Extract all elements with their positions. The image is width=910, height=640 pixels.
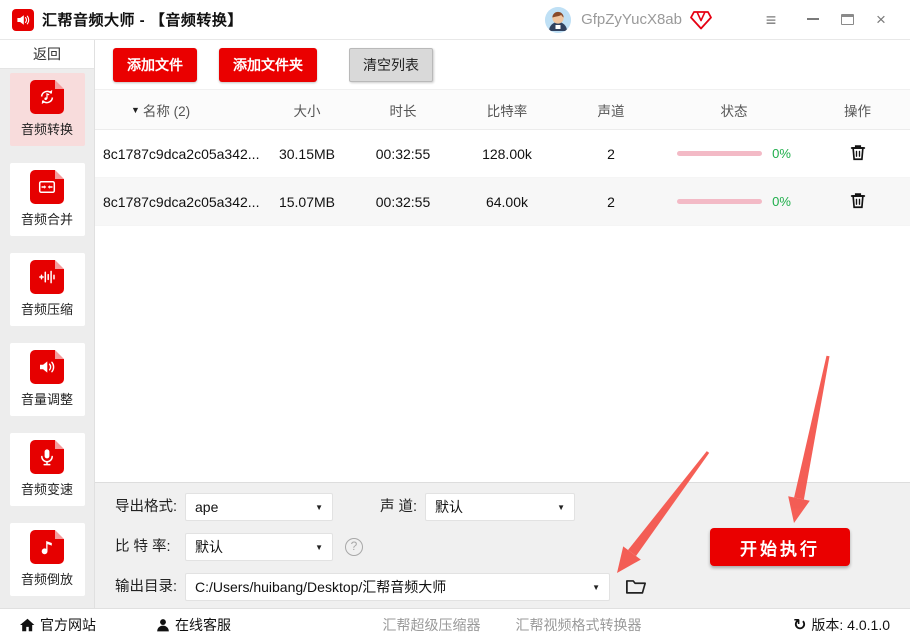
export-format-select[interactable]: ape ▼ [185,493,333,521]
app-title: 汇帮音频大师 - 【音频转换】 [42,12,243,29]
official-website-link[interactable]: 官方网站 [20,615,96,635]
maximize-button[interactable] [830,0,864,40]
sidebar-item-audio-compress[interactable]: 音频压缩 [9,253,85,326]
column-header-size: 大小 [293,103,321,119]
start-execute-button[interactable]: 开始执行 [710,528,850,566]
progress-bar [677,199,763,204]
promo-link-super-compressor[interactable]: 汇帮超级压缩器 [383,615,481,635]
open-folder-icon[interactable] [625,576,647,596]
column-header-channels: 声道 [597,103,625,119]
version-info: ↻ 版本: 4.0.1.0 [793,615,890,635]
chevron-down-icon: ▼ [592,582,600,592]
close-button[interactable]: × [864,0,898,40]
sidebar-item-audio-convert[interactable]: 音频转换 [9,73,85,146]
audio-merge-icon [30,170,64,204]
file-name: 8c1787c9dca2c05a342... [103,193,260,210]
column-header-name[interactable]: ▼ 名称 (2) [95,100,263,120]
sidebar-item-volume-adjust[interactable]: 音量调整 [9,343,85,416]
delete-trash-icon[interactable] [849,191,867,210]
back-button[interactable]: 返回 [0,40,94,69]
titlebar: 汇帮音频大师 - 【音频转换】 GfpZyYucX8ab ≡ × [0,0,910,40]
channel-select[interactable]: 默认 ▼ [425,493,575,521]
vip-badge-icon[interactable] [690,10,712,30]
file-channels: 2 [607,193,615,210]
promo-link-video-converter[interactable]: 汇帮视频格式转换器 [516,615,642,635]
status-cell: 0% [663,146,805,161]
status-cell: 0% [663,194,805,209]
bitrate-label: 比 特 率: [115,539,171,555]
file-size: 30.15MB [278,145,336,162]
file-bitrate: 128.00k [482,145,532,162]
refresh-icon[interactable]: ↻ [793,615,806,635]
file-duration: 00:32:55 [375,193,431,210]
app-window: 汇帮音频大师 - 【音频转换】 GfpZyYucX8ab ≡ × 返回 音频转换… [0,0,910,640]
sidebar-item-label: 音频倒放 [20,572,73,587]
music-note-icon [30,530,64,564]
file-name: 8c1787c9dca2c05a342... [103,145,260,162]
chevron-down-icon: ▼ [557,502,565,512]
home-icon [20,618,35,631]
column-header-actions: 操作 [844,103,871,119]
username[interactable]: GfpZyYucX8ab [581,11,682,28]
person-icon [157,618,169,631]
export-format-label: 导出格式: [115,499,178,515]
sidebar: 返回 音频转换 音频合并 音频压缩 音量调整 音频变速 音频倒放 [0,40,95,608]
progress-percent: 0% [772,146,791,161]
settings-panel: 导出格式: ape ▼ 声 道: 默认 ▼ 比 特 率: 默认 ▼ ? 输出目录… [95,482,910,608]
toolbar: 添加文件 添加文件夹 清空列表 [95,40,910,90]
column-header-duration: 时长 [389,103,417,119]
avatar[interactable] [545,6,572,33]
sidebar-item-label: 音频转换 [20,122,73,137]
file-size: 15.07MB [278,193,336,210]
online-service-link[interactable]: 在线客服 [156,615,231,635]
sidebar-item-label: 音频合并 [20,212,73,227]
sidebar-item-audio-merge[interactable]: 音频合并 [9,163,85,236]
sidebar-item-label: 音频压缩 [20,302,73,317]
output-dir-label: 输出目录: [115,579,178,595]
menu-icon[interactable]: ≡ [754,0,788,40]
statusbar: 官方网站 在线客服 汇帮超级压缩器 汇帮视频格式转换器 ↻ 版本: 4.0.1.… [0,608,910,640]
table-row: 8c1787c9dca2c05a342... 15.07MB 00:32:55 … [95,178,910,226]
sidebar-item-audio-speed[interactable]: 音频变速 [9,433,85,506]
add-file-button[interactable]: 添加文件 [113,47,197,82]
audio-convert-icon [30,80,64,114]
column-header-bitrate: 比特率 [486,103,528,119]
column-header-status: 状态 [720,103,748,119]
audio-compress-icon [30,260,64,294]
minimize-button[interactable] [796,0,830,40]
chevron-down-icon: ▼ [315,542,323,552]
output-dir-select[interactable]: C:/Users/huibang/Desktop/汇帮音频大师 ▼ [185,573,610,601]
channel-label: 声 道: [380,499,418,515]
help-icon[interactable]: ? [345,538,363,556]
volume-adjust-icon [30,350,64,384]
app-logo-speaker-icon [12,8,34,31]
sort-desc-icon: ▼ [131,104,140,115]
sidebar-item-label: 音量调整 [20,392,73,407]
file-duration: 00:32:55 [375,145,431,162]
clear-list-button[interactable]: 清空列表 [349,47,433,82]
delete-trash-icon[interactable] [849,143,867,162]
table-header-row: ▼ 名称 (2) 大小 时长 比特率 声道 状态 操作 [95,90,910,130]
table-row: 8c1787c9dca2c05a342... 30.15MB 00:32:55 … [95,130,910,178]
microphone-icon [30,440,64,474]
sidebar-item-label: 音频变速 [20,482,73,497]
chevron-down-icon: ▼ [315,502,323,512]
progress-percent: 0% [772,194,791,209]
add-folder-button[interactable]: 添加文件夹 [219,47,317,82]
file-channels: 2 [607,145,615,162]
progress-bar [677,151,763,156]
file-bitrate: 64.00k [485,193,529,210]
bitrate-select[interactable]: 默认 ▼ [185,533,333,561]
sidebar-item-audio-reverse[interactable]: 音频倒放 [9,523,85,596]
